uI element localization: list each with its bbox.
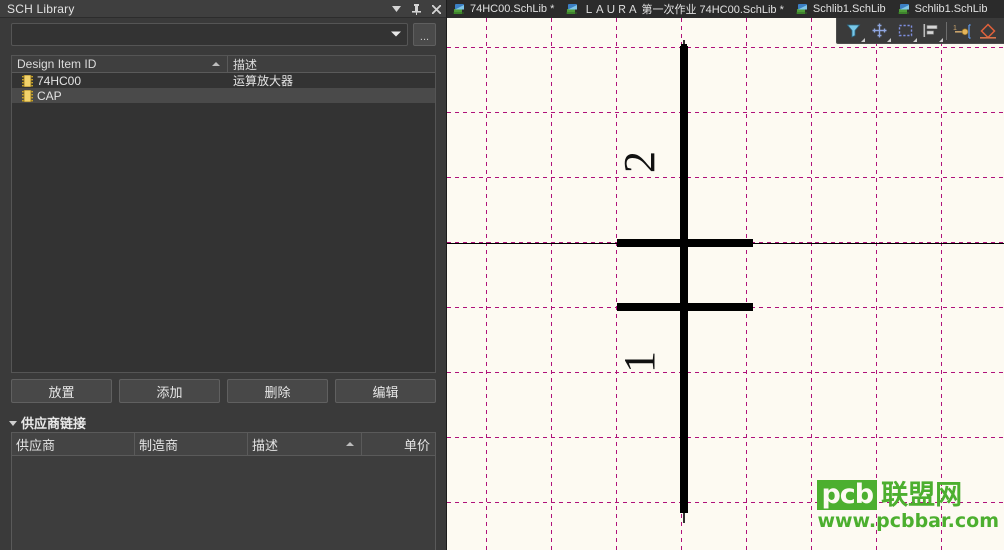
application-window: SCH Library ... Design Item ID 描述 74HC00… (0, 0, 1004, 550)
editor-pane: 74HC00.SchLib * ＬＡＵＲＡ 第一次作业 74HC00.SchLi… (447, 0, 1004, 550)
table-row[interactable]: CAP (12, 88, 435, 103)
tab-label: Schlib1.SchLib (914, 3, 988, 15)
library-browse-button[interactable]: ... (413, 22, 436, 46)
add-button[interactable]: 添加 (119, 379, 220, 403)
panel-close-icon[interactable] (431, 2, 442, 16)
column-header-description[interactable]: 描述 (248, 433, 362, 455)
column-header-design-item-id[interactable]: Design Item ID (12, 56, 228, 72)
design-item-grid-header: Design Item ID 描述 (12, 56, 435, 73)
design-item-grid: Design Item ID 描述 74HC00 运算放大器 CAP (11, 55, 436, 373)
dropdown-caret (909, 37, 917, 42)
column-header-label: 制造商 (139, 437, 179, 453)
panel-titlebar-buttons (391, 0, 442, 18)
tab-label: ＬＡＵＲＡ 第一次作业 74HC00.SchLib * (583, 4, 784, 16)
column-header-label: 单价 (403, 437, 430, 453)
document-tabbar: 74HC00.SchLib * ＬＡＵＲＡ 第一次作业 74HC00.SchLi… (447, 0, 1004, 18)
column-header-supplier[interactable]: 供应商 (12, 433, 135, 455)
ic-chip-icon (22, 74, 33, 87)
chevron-down-icon[interactable] (391, 31, 401, 37)
sort-ascending-icon (212, 62, 220, 66)
tab-label: Schlib1.SchLib (812, 3, 886, 15)
tab-laura-homework-schlib[interactable]: ＬＡＵＲＡ 第一次作业 74HC00.SchLib * (560, 0, 790, 18)
column-header-unit-price[interactable]: 单价 (362, 433, 435, 455)
canvas-toolbar: 1 (836, 18, 1004, 44)
supplier-links-title: 供应商链接 (21, 416, 87, 431)
panel-title: SCH Library (7, 1, 75, 16)
delete-button[interactable]: 删除 (227, 379, 328, 403)
column-header-label: Design Item ID (17, 57, 97, 71)
library-action-buttons: 放置 添加 删除 编辑 (11, 379, 436, 403)
capacitor-symbol[interactable]: 2 1 (447, 18, 1004, 550)
schlib-icon (897, 4, 909, 14)
column-header-label: 供应商 (16, 437, 56, 453)
align-left-icon[interactable] (918, 19, 944, 43)
panel-titlebar: SCH Library (0, 0, 446, 18)
crosshair-select-icon[interactable] (866, 19, 892, 43)
supplier-grid-header: 供应商 制造商 描述 单价 (12, 433, 435, 456)
ic-chip-icon (22, 89, 33, 102)
column-header-label: 描述 (252, 437, 279, 453)
schlib-icon (453, 4, 464, 14)
marquee-select-icon[interactable] (892, 19, 918, 43)
toolbar-separator (946, 21, 947, 40)
cell-text: 74HC00 (37, 73, 82, 88)
design-item-id-cell: CAP (12, 89, 228, 103)
tab-label: 74HC00.SchLib * (470, 3, 555, 15)
schlib-icon (795, 4, 807, 14)
collapse-triangle-icon (9, 421, 17, 426)
edit-button[interactable]: 编辑 (335, 379, 436, 403)
dropdown-caret (883, 37, 891, 42)
column-header-description[interactable]: 描述 (228, 56, 435, 72)
panel-dropdown-icon[interactable] (391, 2, 402, 16)
supplier-links-section-header[interactable]: 供应商链接 (9, 413, 86, 432)
sch-library-panel: SCH Library ... Design Item ID 描述 74HC00… (0, 0, 447, 550)
svg-text:1: 1 (953, 25, 957, 32)
design-item-id-cell: 74HC00 (12, 74, 228, 88)
supplier-links-grid: 供应商 制造商 描述 单价 (11, 432, 436, 550)
pin-label-1: 1 (615, 351, 664, 373)
column-header-manufacturer[interactable]: 制造商 (135, 433, 248, 455)
supplier-grid-body (12, 456, 435, 550)
pin-placement-icon[interactable]: 1 (949, 19, 975, 43)
polygon-icon[interactable] (975, 19, 1001, 43)
column-header-label: 描述 (233, 57, 258, 72)
place-button[interactable]: 放置 (11, 379, 112, 403)
filter-icon[interactable] (840, 19, 866, 43)
tab-74hc00-schlib[interactable]: 74HC00.SchLib * (447, 0, 560, 18)
schlib-icon (566, 4, 578, 14)
cell-text: CAP (37, 88, 62, 103)
table-row[interactable]: 74HC00 运算放大器 (12, 73, 435, 88)
description-cell: 运算放大器 (233, 74, 294, 88)
tab-schlib1-a[interactable]: Schlib1.SchLib (790, 0, 892, 18)
panel-pin-icon[interactable] (411, 2, 422, 16)
dropdown-caret (857, 37, 865, 42)
dropdown-caret (935, 37, 943, 42)
pin-label-2: 2 (615, 151, 664, 173)
library-selector-row: ... (0, 19, 447, 49)
schematic-canvas[interactable]: 2 1 1 pcb 联盟网 www.pcbbar.com (447, 18, 1004, 550)
library-combobox[interactable] (11, 22, 408, 46)
tab-schlib1-b[interactable]: Schlib1.SchLib (892, 0, 994, 18)
sort-ascending-icon (346, 442, 354, 446)
